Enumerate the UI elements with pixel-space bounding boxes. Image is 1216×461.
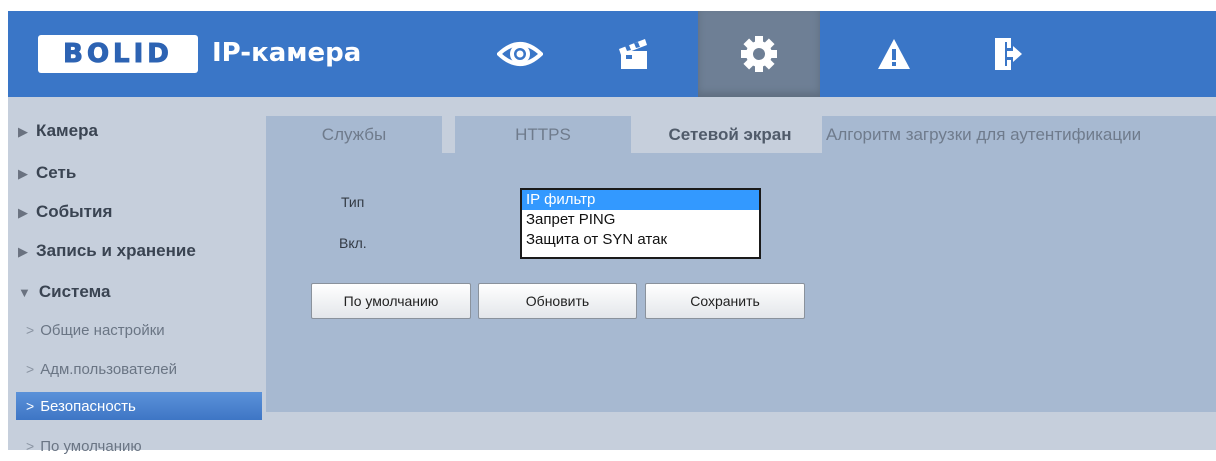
- sidebar-subitem-label: Безопасность: [40, 398, 136, 415]
- sidebar-subitem-users[interactable]: > Адм.пользователей: [26, 355, 177, 383]
- tab-auth-algorithm[interactable]: Алгоритм загрузки для аутентификации: [822, 116, 1216, 153]
- warning-icon: [878, 39, 910, 69]
- type-label: Тип: [341, 194, 365, 210]
- sidebar-item-storage[interactable]: ▶ Запись и хранение: [18, 236, 196, 266]
- tab-firewall[interactable]: Сетевой экран: [642, 116, 818, 153]
- chevron-right-icon: >: [26, 322, 35, 338]
- nav-live-view[interactable]: [470, 11, 570, 97]
- type-option-ping-block[interactable]: Запрет PING: [522, 210, 759, 230]
- sidebar-item-label: Сеть: [36, 163, 77, 182]
- nav-settings[interactable]: [698, 11, 820, 97]
- triangle-down-icon: ▼: [18, 285, 31, 300]
- type-option-ip-filter[interactable]: IP фильтр: [522, 190, 759, 210]
- clapperboard-icon: [619, 39, 647, 69]
- refresh-button[interactable]: Обновить: [478, 283, 637, 319]
- nav-playback[interactable]: [584, 11, 684, 97]
- logout-icon: [995, 38, 1022, 70]
- sidebar-item-events[interactable]: ▶ События: [18, 197, 112, 227]
- sidebar-subitem-label: Адм.пользователей: [40, 361, 178, 378]
- nav-logout[interactable]: [958, 11, 1058, 97]
- sidebar-subitem-security[interactable]: > Безопасность: [16, 392, 262, 420]
- triangle-right-icon: ▶: [18, 124, 28, 139]
- sidebar-subitem-general[interactable]: > Общие настройки: [26, 316, 165, 344]
- sidebar-subitem-default[interactable]: > По умолчанию: [26, 432, 142, 460]
- tab-services[interactable]: Службы: [266, 116, 442, 153]
- sidebar-item-network[interactable]: ▶ Сеть: [18, 158, 76, 188]
- gear-icon: [741, 36, 777, 72]
- chevron-right-icon: >: [26, 438, 35, 454]
- sidebar-item-label: События: [36, 202, 113, 221]
- save-button[interactable]: Сохранить: [645, 283, 805, 319]
- chevron-right-icon: >: [26, 361, 35, 377]
- triangle-right-icon: ▶: [18, 244, 28, 259]
- type-select-listbox[interactable]: IP фильтр Запрет PING Защита от SYN атак: [520, 188, 761, 259]
- sidebar-item-label: Запись и хранение: [36, 241, 196, 260]
- sidebar-item-system[interactable]: ▼ Система: [18, 277, 110, 307]
- sidebar-item-camera[interactable]: ▶ Камера: [18, 116, 98, 146]
- chevron-right-icon: >: [26, 398, 35, 414]
- app-title: IP-камера: [212, 38, 362, 68]
- sidebar-subitem-label: Общие настройки: [40, 322, 165, 339]
- type-option-syn-protection[interactable]: Защита от SYN атак: [522, 230, 759, 250]
- nav-alarm[interactable]: [844, 11, 944, 97]
- sidebar-item-label: Камера: [36, 121, 98, 140]
- sidebar-subitem-label: По умолчанию: [40, 438, 142, 455]
- eye-icon: [497, 42, 543, 66]
- bolid-logo: BOLID: [38, 35, 198, 73]
- triangle-right-icon: ▶: [18, 205, 28, 220]
- triangle-right-icon: ▶: [18, 166, 28, 181]
- top-header: BOLID IP-камера: [8, 11, 1216, 97]
- tab-https[interactable]: HTTPS: [455, 116, 631, 153]
- enable-label: Вкл.: [339, 235, 367, 251]
- default-button[interactable]: По умолчанию: [311, 283, 471, 319]
- sidebar-item-label: Система: [38, 282, 111, 301]
